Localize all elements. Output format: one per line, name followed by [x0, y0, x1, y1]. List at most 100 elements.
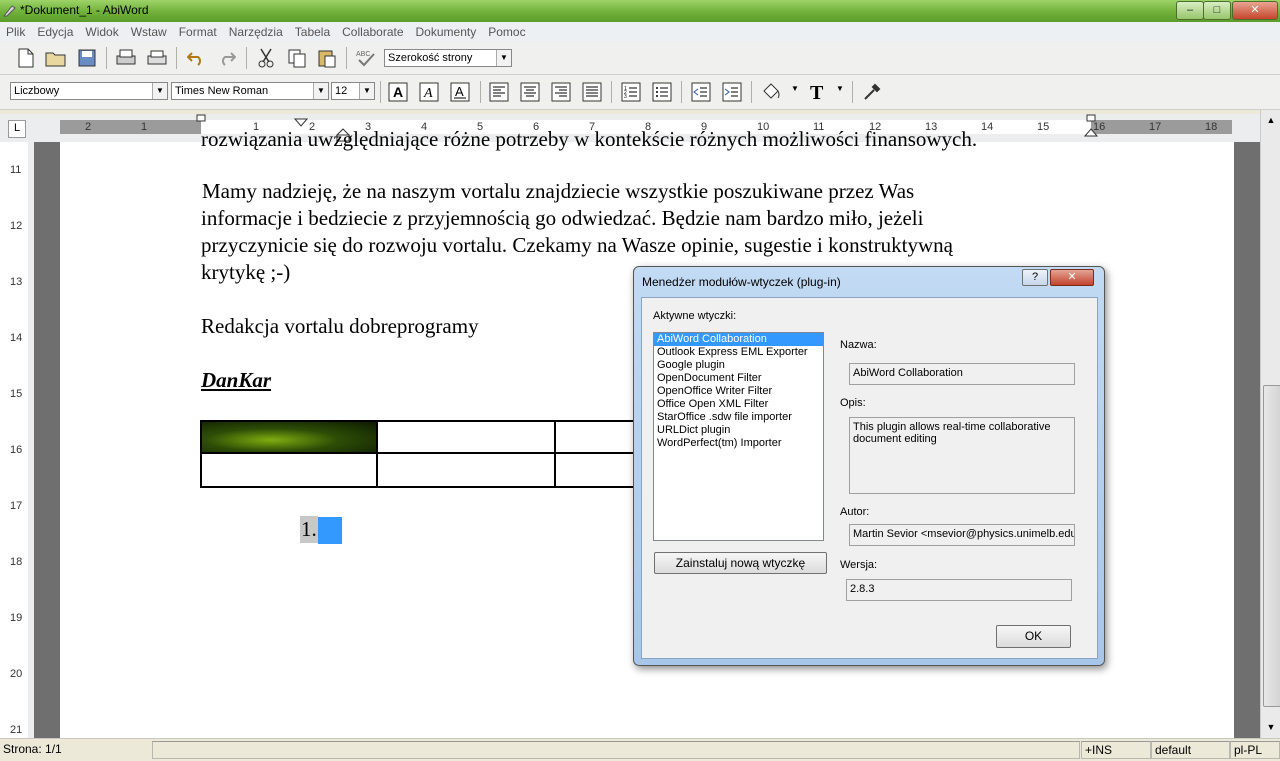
page-count: Strona: 1/1	[3, 742, 62, 756]
tab-stop-icon[interactable]: L	[8, 120, 26, 138]
style-select-value: Liczbowy	[14, 85, 60, 97]
plugin-list-item[interactable]: URLDict plugin	[654, 424, 823, 437]
maximize-button[interactable]: □	[1203, 1, 1231, 20]
close-button[interactable]: ✕	[1232, 1, 1278, 20]
ruler-tick-label: 15	[10, 388, 23, 400]
menu-narzedzia[interactable]: Narzędzia	[223, 22, 289, 42]
menu-plik[interactable]: Plik	[0, 22, 31, 42]
text-color-icon[interactable]: T	[806, 80, 830, 104]
highlight-color-icon[interactable]	[759, 80, 783, 104]
signature-line: Redakcja vortalu dobreprogramy	[201, 314, 479, 338]
align-center-icon[interactable]	[518, 80, 542, 104]
save-icon[interactable]	[75, 46, 99, 70]
menu-tabela[interactable]: Tabela	[289, 22, 336, 42]
menu-format[interactable]: Format	[173, 22, 223, 42]
ruler-tick-label: 11	[10, 164, 22, 176]
plugin-list-item[interactable]: StarOffice .sdw file importer	[654, 411, 823, 424]
author-label: Autor:	[840, 506, 870, 518]
standard-toolbar: ABC Szerokość strony ▼	[0, 42, 1280, 75]
plugin-list-item[interactable]: Outlook Express EML Exporter	[654, 346, 823, 359]
new-document-icon[interactable]	[14, 46, 38, 70]
print-icon[interactable]	[114, 46, 138, 70]
scroll-down-icon[interactable]: ▼	[1263, 719, 1279, 735]
menu-wstaw[interactable]: Wstaw	[125, 22, 173, 42]
paragraph-line: informacje i bedziecie z przyjemnością g…	[201, 206, 924, 230]
status-bar: Strona: 1/1 +INS default pl-PL	[0, 738, 1280, 761]
menu-collaborate[interactable]: Collaborate	[336, 22, 409, 42]
underline-icon[interactable]: A	[448, 80, 472, 104]
ruler-tick-label: 14	[981, 121, 994, 133]
title-bar: *Dokument_1 - AbiWord – □ ✕	[0, 0, 1280, 22]
author-name: DanKar	[201, 368, 272, 392]
font-select[interactable]: Times New Roman ▼	[171, 82, 329, 100]
copy-icon[interactable]	[285, 46, 309, 70]
plugin-list-item[interactable]: Office Open XML Filter	[654, 398, 823, 411]
plugin-list-item[interactable]: OpenDocument Filter	[654, 372, 823, 385]
print-preview-icon[interactable]	[145, 46, 169, 70]
spellcheck-icon[interactable]: ABC	[354, 46, 378, 70]
right-indent-marker[interactable]	[1084, 128, 1098, 138]
chevron-down-icon[interactable]: ▼	[791, 84, 799, 93]
paragraph-line: Mamy nadzieję, że na naszym vortalu znaj…	[202, 179, 915, 203]
numbered-list-icon[interactable]: 123	[619, 80, 643, 104]
plugin-list-item[interactable]: Google plugin	[654, 359, 823, 372]
align-left-icon[interactable]	[487, 80, 511, 104]
paste-icon[interactable]	[315, 46, 339, 70]
ruler-tick-label: 13	[10, 276, 23, 288]
help-button[interactable]: ?	[1022, 269, 1048, 286]
vertical-scrollbar[interactable]: ▲ ▼	[1260, 110, 1280, 738]
vertical-ruler: 11 12 13 14 15 16 17 18 19 20 21	[0, 142, 34, 738]
right-margin-marker[interactable]	[1086, 114, 1098, 124]
minimize-button[interactable]: –	[1176, 1, 1204, 20]
svg-text:A: A	[455, 84, 464, 99]
dialog-close-button[interactable]: ✕	[1050, 269, 1094, 286]
decrease-indent-icon[interactable]	[689, 80, 713, 104]
paragraph-line: krytykę ;-)	[201, 260, 291, 284]
menu-pomoc[interactable]: Pomoc	[482, 22, 531, 42]
open-folder-icon[interactable]	[44, 46, 68, 70]
insert-mode[interactable]: +INS	[1081, 741, 1151, 759]
chevron-down-icon[interactable]: ▼	[836, 84, 844, 93]
style-select[interactable]: Liczbowy ▼	[10, 82, 168, 100]
ok-button[interactable]: OK	[996, 625, 1071, 648]
font-select-value: Times New Roman	[175, 85, 269, 97]
cut-icon[interactable]	[254, 46, 278, 70]
window-title: *Dokument_1 - AbiWord	[20, 3, 149, 17]
eyedropper-icon[interactable]	[860, 80, 884, 104]
justify-icon[interactable]	[580, 80, 604, 104]
scrollbar-thumb[interactable]	[1263, 385, 1280, 707]
ruler-tick-label: 21	[10, 724, 23, 736]
scroll-up-icon[interactable]: ▲	[1263, 112, 1279, 128]
plugin-list-item[interactable]: AbiWord Collaboration	[654, 333, 823, 346]
left-margin-marker[interactable]	[196, 114, 208, 124]
paragraph-line: przyczynicie się do rozwoju vortalu. Cze…	[201, 233, 953, 257]
list-number: 1.	[300, 516, 318, 543]
bold-icon[interactable]: A	[386, 80, 410, 104]
svg-text:ABC: ABC	[356, 51, 370, 58]
plugin-list-item[interactable]: OpenOffice Writer Filter	[654, 385, 823, 398]
ruler-tick-label: 15	[1037, 121, 1050, 133]
chevron-down-icon: ▼	[152, 83, 167, 99]
version-field: 2.8.3	[846, 579, 1072, 601]
font-size-select[interactable]: 12 ▼	[331, 82, 375, 100]
plugin-list[interactable]: AbiWord Collaboration Outlook Express EM…	[653, 332, 824, 541]
italic-icon[interactable]: A	[417, 80, 441, 104]
redo-icon[interactable]	[215, 46, 239, 70]
bullet-list-icon[interactable]	[650, 80, 674, 104]
undo-icon[interactable]	[184, 46, 208, 70]
menu-widok[interactable]: Widok	[79, 22, 124, 42]
align-right-icon[interactable]	[549, 80, 573, 104]
plugin-list-item[interactable]: WordPerfect(tm) Importer	[654, 437, 823, 450]
plugin-manager-dialog: Menedżer modułów-wtyczek (plug-in) ? ✕ A…	[633, 266, 1105, 666]
table-cell[interactable]	[200, 452, 378, 488]
table-cell[interactable]	[376, 420, 556, 454]
language-status[interactable]: pl-PL	[1230, 741, 1280, 759]
table-cell-image[interactable]	[200, 420, 378, 454]
install-plugin-button[interactable]: Zainstaluj nową wtyczkę	[654, 552, 827, 574]
ruler-tick-label: 1	[141, 121, 148, 133]
zoom-select[interactable]: Szerokość strony ▼	[384, 49, 512, 67]
increase-indent-icon[interactable]	[720, 80, 744, 104]
table-cell[interactable]	[376, 452, 556, 488]
menu-dokumenty[interactable]: Dokumenty	[410, 22, 483, 42]
menu-edycja[interactable]: Edycja	[31, 22, 79, 42]
